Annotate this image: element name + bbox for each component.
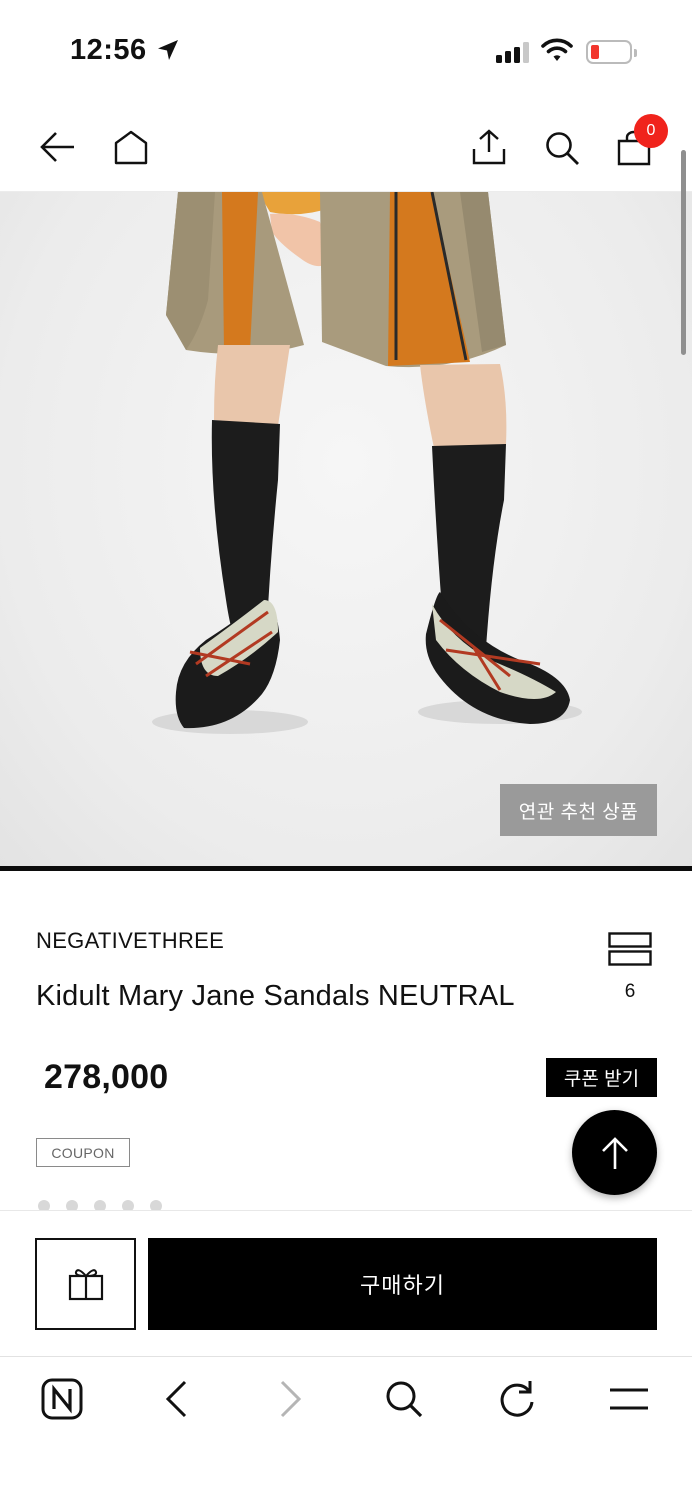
refresh-icon[interactable] bbox=[497, 1378, 537, 1420]
status-bar: 12:56 bbox=[0, 0, 692, 100]
product-title: Kidult Mary Jane Sandals NEUTRAL bbox=[36, 980, 515, 1012]
location-arrow-icon bbox=[158, 40, 178, 60]
top-navigation bbox=[0, 100, 692, 192]
list-view-icon[interactable] bbox=[608, 932, 652, 966]
battery-icon bbox=[586, 40, 637, 64]
product-image[interactable] bbox=[0, 192, 692, 867]
brand-name[interactable]: NEGATIVETHREE bbox=[36, 928, 224, 954]
home-icon[interactable] bbox=[113, 129, 149, 165]
list-count: 6 bbox=[624, 981, 636, 1002]
menu-icon[interactable] bbox=[608, 1385, 650, 1413]
arrow-up-icon bbox=[601, 1136, 628, 1169]
share-icon[interactable] bbox=[470, 128, 508, 166]
image-divider bbox=[0, 866, 692, 871]
status-time: 12:56 bbox=[70, 34, 147, 66]
back-chevron-icon[interactable] bbox=[163, 1379, 189, 1419]
get-coupon-button[interactable]: 쿠폰 받기 bbox=[546, 1058, 657, 1097]
back-arrow-icon[interactable] bbox=[38, 130, 76, 164]
buy-now-button[interactable]: 구매하기 bbox=[148, 1238, 657, 1330]
browser-toolbar bbox=[0, 1356, 692, 1500]
naver-n-icon[interactable] bbox=[41, 1378, 83, 1420]
related-products-button[interactable]: 연관 추천 상품 bbox=[500, 784, 657, 836]
cellular-signal-icon bbox=[496, 41, 529, 63]
product-photo bbox=[152, 192, 582, 734]
coupon-badge: COUPON bbox=[36, 1138, 130, 1167]
forward-chevron-icon[interactable] bbox=[278, 1379, 304, 1419]
wifi-icon bbox=[541, 38, 573, 61]
product-price: 278,000 bbox=[44, 1058, 169, 1096]
gift-icon bbox=[68, 1269, 103, 1301]
search-icon[interactable] bbox=[544, 130, 580, 166]
search-icon[interactable] bbox=[384, 1379, 424, 1419]
scroll-to-top-button[interactable] bbox=[572, 1110, 657, 1195]
cart-count-badge: 0 bbox=[634, 114, 668, 148]
gift-button[interactable] bbox=[35, 1238, 136, 1330]
scrollbar[interactable] bbox=[681, 150, 686, 355]
